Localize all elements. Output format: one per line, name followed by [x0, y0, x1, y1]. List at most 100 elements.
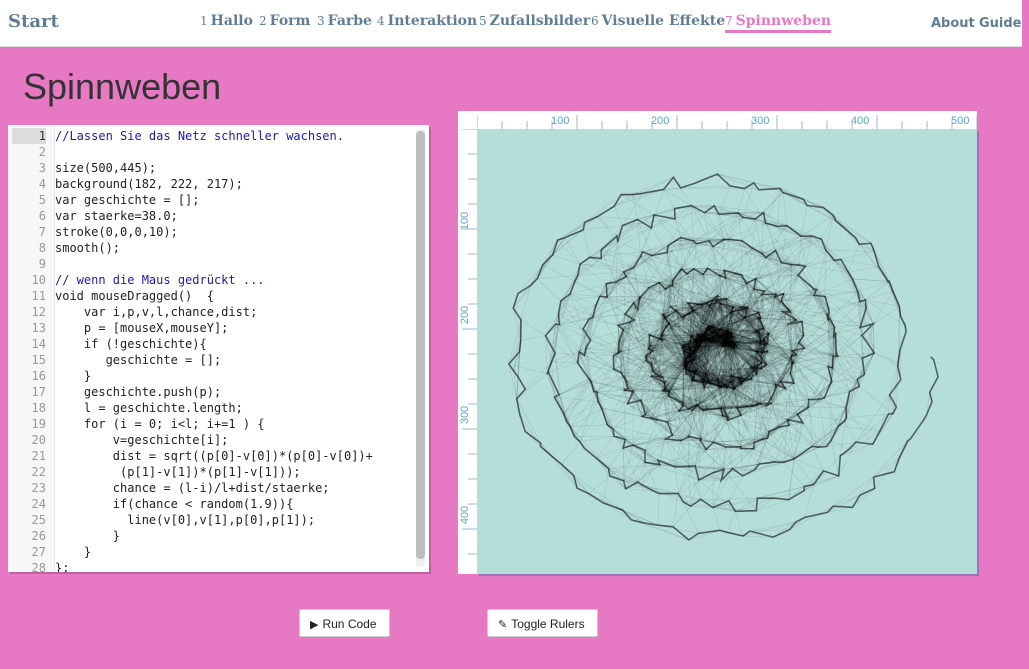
code-text[interactable]: size(500,445); — [55, 160, 156, 176]
code-text[interactable]: stroke(0,0,0,10); — [55, 224, 178, 240]
code-line[interactable]: 21 dist = sqrt((p[0]-v[0])*(p[0]-v[0])+ — [8, 448, 413, 464]
line-number: 15 — [31, 353, 46, 367]
nav-item-form[interactable]: 2 Form — [259, 13, 310, 29]
code-line[interactable]: 5 var geschichte = []; — [8, 192, 413, 208]
code-text[interactable]: dist = sqrt((p[0]-v[0])*(p[0]-v[0])+ — [55, 448, 373, 464]
code-line[interactable]: 13 p = [mouseX,mouseY]; — [8, 320, 413, 336]
code-text[interactable]: var staerke=38.0; — [55, 208, 178, 224]
line-number: 18 — [31, 401, 46, 415]
code-text[interactable]: var geschichte = []; — [55, 192, 200, 208]
web-thread — [537, 278, 562, 302]
code-text[interactable]: smooth(); — [55, 240, 120, 256]
nav-item-hallo[interactable]: 1 Hallo — [200, 13, 253, 29]
code-text[interactable]: line(v[0],v[1],p[0],p[1]); — [55, 512, 315, 528]
editor-scrollbar-thumb[interactable] — [416, 131, 425, 559]
code-line[interactable]: 15 geschichte = []; — [8, 352, 413, 368]
code-text[interactable]: void mouseDragged() { — [55, 288, 214, 304]
web-thread — [674, 218, 682, 238]
code-line[interactable]: 19 for (i = 0; i<l; i+=1 ) { — [8, 416, 413, 432]
line-number: 8 — [38, 241, 46, 255]
web-thread — [872, 290, 894, 325]
guide-link[interactable]: Guide — [979, 16, 1022, 31]
code-line[interactable]: 20 v=geschichte[i]; — [8, 432, 413, 448]
code-line[interactable]: 17 geschichte.push(p); — [8, 384, 413, 400]
code-line[interactable]: 24 if(chance < random(1.9)){ — [8, 496, 413, 512]
nav-item-zufallsbilder[interactable]: 5 Zufallsbilder — [479, 13, 590, 29]
code-text[interactable]: for (i = 0; i<l; i+=1 ) { — [55, 416, 265, 432]
code-line[interactable]: 7 stroke(0,0,0,10); — [8, 224, 413, 240]
code-line[interactable]: 8 smooth(); — [8, 240, 413, 256]
code-text[interactable]: } — [55, 368, 91, 384]
code-text[interactable]: background(182, 222, 217); — [55, 176, 243, 192]
code-line[interactable]: 6 var staerke=38.0; — [8, 208, 413, 224]
web-thread — [617, 241, 643, 253]
code-text[interactable]: p = [mouseX,mouseY]; — [55, 320, 229, 336]
code-line[interactable]: 4 background(182, 222, 217); — [8, 176, 413, 192]
web-thread — [813, 260, 835, 290]
web-thread — [520, 335, 546, 341]
code-text[interactable]: l = geschichte.length; — [55, 400, 243, 416]
code-line[interactable]: 28}; — [8, 560, 413, 572]
code-line[interactable]: 14 if (!geschichte){ — [8, 336, 413, 352]
web-thread — [782, 192, 788, 226]
code-text[interactable]: // wenn die Maus gedrückt ... — [55, 272, 265, 288]
web-thread — [783, 462, 805, 487]
code-text[interactable]: } — [55, 544, 91, 560]
code-text[interactable]: } — [55, 528, 120, 544]
nav-item-number: 4 — [377, 14, 385, 28]
code-text[interactable]: geschichte.push(p); — [55, 384, 221, 400]
code-editor[interactable]: 1//Lassen Sie das Netz schneller wachsen… — [8, 125, 429, 572]
line-number: 24 — [31, 497, 46, 511]
code-line[interactable]: 2 — [8, 144, 413, 160]
nav-item-number: 3 — [317, 14, 325, 28]
code-lines[interactable]: 1//Lassen Sie das Netz schneller wachsen… — [8, 128, 413, 572]
nav-item-spinnweben[interactable]: 7 Spinnweben — [725, 13, 832, 33]
code-line[interactable]: 27 } — [8, 544, 413, 560]
code-line[interactable]: 26 } — [8, 528, 413, 544]
code-line[interactable]: 1//Lassen Sie das Netz schneller wachsen… — [8, 128, 413, 144]
code-text[interactable]: if(chance < random(1.9)){ — [55, 496, 294, 512]
web-thread — [677, 465, 696, 494]
brand-start-link[interactable]: Start — [8, 11, 59, 32]
code-text[interactable]: chance = (l-i)/l+dist/staerke; — [55, 480, 330, 496]
code-text[interactable]: //Lassen Sie das Netz schneller wachsen. — [55, 128, 344, 144]
top-navigation-bar: Start 1 Hallo 2 Form 3 Farbe 4 Interaktion 5… — [0, 0, 1022, 47]
web-thread — [520, 319, 546, 337]
about-link[interactable]: About — [931, 16, 975, 31]
web-thread — [834, 301, 861, 328]
web-thread — [846, 413, 889, 419]
code-line[interactable]: 3 size(500,445); — [8, 160, 413, 176]
code-line[interactable]: 25 line(v[0],v[1],p[0],p[1]); — [8, 512, 413, 528]
code-line[interactable]: 23 chance = (l-i)/l+dist/staerke; — [8, 480, 413, 496]
code-text[interactable]: geschichte = []; — [55, 352, 222, 368]
code-text[interactable]: if (!geschichte){ — [55, 336, 207, 352]
web-thread — [852, 278, 890, 282]
web-thread — [824, 250, 827, 297]
line-number: 28 — [31, 561, 46, 572]
code-text[interactable]: v=geschichte[i]; — [55, 432, 229, 448]
nav-item-interaktion[interactable]: 4 Interaktion — [377, 13, 477, 29]
code-line[interactable]: 9 — [8, 256, 413, 272]
code-line[interactable]: 11 void mouseDragged() { — [8, 288, 413, 304]
code-text[interactable]: var i,p,v,l,chance,dist; — [55, 304, 257, 320]
nav-item-visuelle-effekte[interactable]: 6 Visuelle Effekte — [591, 13, 725, 29]
code-line[interactable]: 18 l = geschichte.length; — [8, 400, 413, 416]
web-thread — [516, 373, 548, 400]
code-line[interactable]: 10 // wenn die Maus gedrückt ... — [8, 272, 413, 288]
nav-item-farbe[interactable]: 3 Farbe — [317, 13, 372, 29]
sketch-canvas[interactable] — [477, 129, 977, 574]
line-number: 17 — [31, 385, 46, 399]
web-thread — [723, 239, 725, 271]
web-thread — [516, 398, 541, 444]
line-number: 26 — [31, 529, 46, 543]
x-ruler-label: 200 — [651, 115, 670, 127]
code-line[interactable]: 22 (p[1]-v[1])*(p[1]-v[1])); — [8, 464, 413, 480]
code-text[interactable]: }; — [55, 560, 69, 572]
code-line[interactable]: 16 } — [8, 368, 413, 384]
line-number: 10 — [31, 273, 46, 287]
code-line[interactable]: 12 var i,p,v,l,chance,dist; — [8, 304, 413, 320]
web-thread — [620, 194, 655, 216]
code-text[interactable]: (p[1]-v[1])*(p[1]-v[1])); — [55, 464, 301, 480]
x-ruler-label: 500 — [951, 115, 970, 127]
ruler-corner — [458, 111, 477, 129]
